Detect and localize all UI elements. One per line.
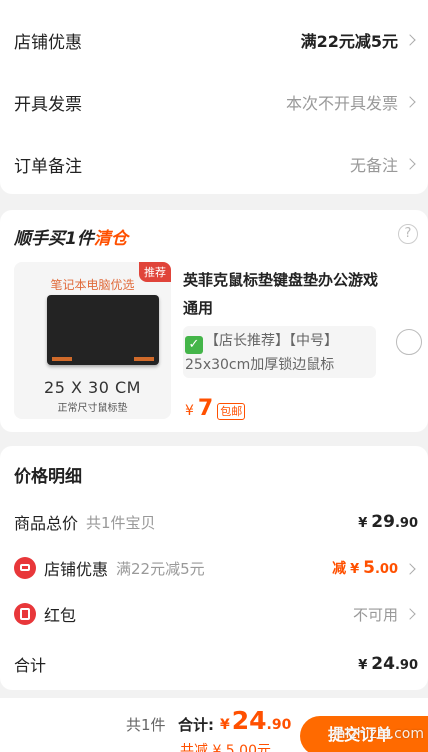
discount-prefix: 减 [332,561,347,577]
amount-dec: .90 [394,658,418,673]
invoice-value: 本次不开具发票 [286,90,418,114]
red-packet-label: 红包 [44,606,77,625]
chevron-right-icon [404,34,416,46]
shop-discount-value-text: 满22元减5元 [300,32,398,51]
image-subtitle: 笔记本电脑优选 [50,278,135,292]
order-note-label: 订单备注 [14,156,82,177]
red-packet-row[interactable]: 红包 不可用 [14,597,418,631]
sum-row: 合计 ¥24.90 [14,647,418,681]
sum-label: 合计 [14,656,47,675]
amount-int: 29 [371,512,395,532]
watermark: zhizhizhi.com [329,726,424,742]
sum-amount: ¥24.90 [358,654,418,674]
currency: ¥ [358,658,368,673]
shop-discount-row[interactable]: 店铺优惠 满22元减5元 [14,20,418,60]
price-detail-card: 价格明细 商品总价 共1件宝贝 ¥29.90 店铺优惠 满22元减5元 减 ¥5.… [0,446,428,690]
price-currency: ¥ [185,403,194,419]
free-shipping-badge: 包邮 [217,403,246,420]
red-packet-value: 不可用 [353,604,418,625]
add-on-title-highlight: 清仓 [93,229,128,249]
checkmark-icon: ✓ [185,336,203,354]
image-size-text: 25 X 30 CM [44,378,141,397]
order-note-value-text: 无备注 [349,156,398,175]
shop-discount-detail-row[interactable]: 店铺优惠 满22元减5元 减 ¥5.00 [14,551,418,585]
invoice-label: 开具发票 [14,94,82,115]
amount-dec: .90 [394,516,418,531]
goods-total-label: 商品总价 [14,514,79,533]
saved-amount: 共减 ¥ 5.00元 [180,743,271,752]
add-on-title-prefix: 顺手买1件 [14,229,94,249]
shop-discount-detail-label: 店铺优惠 [44,560,109,579]
total-amount: ¥24.90 [220,706,291,735]
currency: ¥ [350,562,360,577]
goods-total-row: 商品总价 共1件宝贝 ¥29.90 [14,505,418,539]
product-name[interactable]: 英菲克鼠标垫键盘垫办公游戏通用 [183,266,383,322]
price-value: 7 [197,396,214,421]
item-count: 共1件 [126,716,166,734]
product-price: ¥ 7 包邮 [185,396,246,421]
amount-int: 24 [371,654,395,674]
order-note-value: 无备注 [350,152,418,176]
product-image[interactable]: 推荐 笔记本电脑优选 25 X 30 CM 正常尺寸鼠标垫 [14,262,171,419]
help-icon[interactable]: ? [398,224,418,244]
invoice-row[interactable]: 开具发票 本次不开具发票 [14,82,418,122]
chevron-right-icon [404,608,416,620]
currency: ¥ [358,516,368,531]
chevron-right-icon [404,563,416,575]
order-note-row[interactable]: 订单备注 无备注 [14,144,418,184]
goods-total-amount: ¥29.90 [358,512,418,532]
amount-int: 5 [363,558,375,578]
pad-logo [52,357,72,361]
add-on-card: 顺手买1件清仓 ? 推荐 笔记本电脑优选 25 X 30 CM 正常尺寸鼠标垫 … [0,210,428,432]
red-packet-value-text: 不可用 [352,605,398,624]
shop-discount-value: 满22元减5元 [301,28,418,52]
chevron-right-icon [404,96,416,108]
shop-discount-label: 店铺优惠 [14,32,82,53]
add-on-title: 顺手买1件清仓 [14,224,128,249]
product-spec[interactable]: ✓ 【店长推荐】【中号】25x30cm加厚锁边鼠标 [183,326,376,378]
mousepad-illustration [47,295,159,365]
bottom-bar: 共1件 合计: ¥24.90 共减 ¥ 5.00元 提交订单 zhizhizhi… [0,698,428,752]
goods-total-sub: 共1件宝贝 [86,513,156,532]
total-label: 合计: [178,716,214,734]
currency: ¥ [220,717,230,733]
shop-discount-amount: 减 ¥5.00 [332,558,418,578]
order-options-card: 店铺优惠 满22元减5元 开具发票 本次不开具发票 订单备注 无备注 [0,0,428,194]
amount-int: 24 [231,706,267,735]
pad-logo-right [134,357,154,361]
product-spec-text: 【店长推荐】【中号】25x30cm加厚锁边鼠标 [185,333,338,373]
invoice-value-text: 本次不开具发票 [285,94,398,113]
amount-dec: .00 [374,562,398,577]
select-radio[interactable] [396,329,422,355]
image-caption: 正常尺寸鼠标垫 [57,403,128,414]
price-detail-title: 价格明细 [14,467,82,487]
chevron-right-icon [404,158,416,170]
red-packet-icon [14,603,36,625]
shop-discount-detail-sub: 满22元减5元 [116,559,205,578]
amount-dec: .90 [266,717,292,733]
shop-icon [14,557,36,579]
